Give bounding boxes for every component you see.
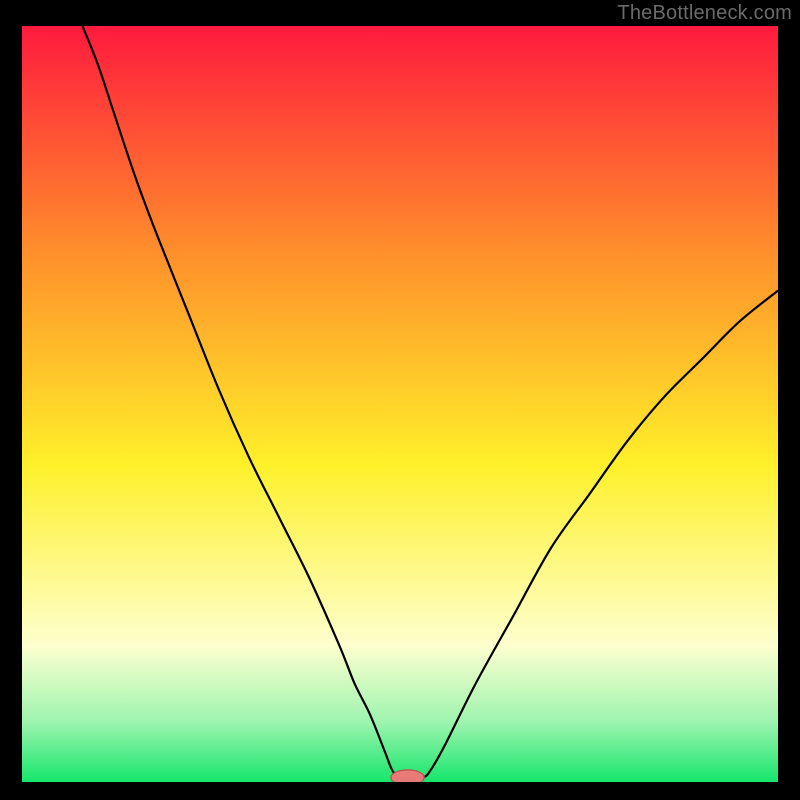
gradient-rect [22, 26, 778, 782]
chart-frame: TheBottleneck.com [0, 0, 800, 800]
chart-svg [22, 26, 778, 782]
optimal-marker [391, 770, 424, 782]
watermark-text: TheBottleneck.com [617, 2, 792, 25]
plot-area [22, 26, 778, 782]
